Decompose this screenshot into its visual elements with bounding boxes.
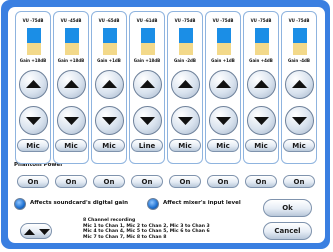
vu-meter: [179, 28, 193, 55]
mapping-line: Mic 7 to Chan 7, Mic 8 to Chan 8: [83, 234, 167, 240]
vu-meter: [293, 28, 307, 55]
channel-mapping: 8 Channel recording Mic 1 to Chan 1, Mic…: [83, 218, 210, 240]
gain-readout: Gain +18dB: [19, 58, 47, 63]
phantom-power-toggle[interactable]: On: [169, 175, 201, 188]
digital-gain-radio[interactable]: [14, 198, 26, 210]
gain-up-button[interactable]: [285, 70, 314, 99]
vu-meter-fill: [255, 28, 269, 43]
digital-gain-label: Affects soundcard's digital gain: [30, 200, 129, 206]
mapping-up-button[interactable]: [22, 224, 37, 238]
gain-down-button[interactable]: [19, 106, 48, 135]
triangle-down-icon: [178, 117, 193, 125]
gain-down-button[interactable]: [209, 106, 238, 135]
triangle-down-icon: [254, 117, 269, 125]
input-type-button[interactable]: Mic: [283, 139, 315, 152]
gain-up-button[interactable]: [247, 70, 276, 99]
gain-up-button[interactable]: [57, 70, 86, 99]
vu-meter-fill: [179, 28, 193, 43]
triangle-up-icon: [140, 80, 155, 88]
gain-down-button[interactable]: [285, 106, 314, 135]
triangle-up-icon: [292, 80, 307, 88]
phantom-power-toggle[interactable]: On: [55, 175, 87, 188]
gain-down-button[interactable]: [133, 106, 162, 135]
triangle-up-icon: [216, 80, 231, 88]
gain-up-button[interactable]: [209, 70, 238, 99]
input-type-button[interactable]: Mic: [93, 139, 125, 152]
gain-up-button[interactable]: [95, 70, 124, 99]
gain-up-button[interactable]: [171, 70, 200, 99]
triangle-down-icon: [64, 117, 79, 125]
phantom-power-toggle[interactable]: On: [131, 175, 163, 188]
vu-readout: VU -75dB: [288, 18, 310, 23]
triangle-down-icon: [102, 117, 117, 125]
vu-meter: [255, 28, 269, 55]
vu-meter-fill: [217, 28, 231, 43]
vu-meter-fill: [65, 28, 79, 43]
input-type-button[interactable]: Mic: [207, 139, 239, 152]
phantom-power-toggle[interactable]: On: [17, 175, 49, 188]
vu-meter: [217, 28, 231, 55]
gain-down-button[interactable]: [171, 106, 200, 135]
triangle-up-icon: [254, 80, 269, 88]
vu-readout: VU -45dB: [60, 18, 82, 23]
gain-down-button[interactable]: [247, 106, 276, 135]
phantom-power-toggle[interactable]: On: [207, 175, 239, 188]
phantom-power-toggle[interactable]: On: [283, 175, 315, 188]
vu-meter: [27, 28, 41, 55]
gain-readout: Gain +18dB: [133, 58, 161, 63]
input-type-button[interactable]: Line: [131, 139, 163, 152]
gain-readout: Gain +4dB: [249, 58, 273, 63]
gain-readout: Gain +18dB: [57, 58, 85, 63]
gain-readout: Gain +1dB: [211, 58, 235, 63]
input-type-button[interactable]: Mic: [55, 139, 87, 152]
vu-meter-fill: [103, 28, 117, 43]
vu-meter: [65, 28, 79, 55]
vu-meter: [103, 28, 117, 55]
triangle-down-icon: [216, 117, 231, 125]
input-type-button[interactable]: Mic: [17, 139, 49, 152]
vu-meter-fill: [141, 28, 155, 43]
vu-readout: VU -75dB: [174, 18, 196, 23]
cancel-button[interactable]: Cancel: [263, 222, 312, 240]
vu-meter-fill: [27, 28, 41, 43]
gain-up-button[interactable]: [133, 70, 162, 99]
mixer-panel: Phantom Power Affects soundcard's digita…: [8, 7, 325, 243]
mapping-down-button[interactable]: [37, 224, 52, 238]
gain-readout: Gain -2dB: [174, 58, 196, 63]
vu-readout: VU -75dB: [250, 18, 272, 23]
gain-up-button[interactable]: [19, 70, 48, 99]
vu-readout: VU -75dB: [212, 18, 234, 23]
gain-readout: Gain -4dB: [288, 58, 310, 63]
mapping-nav[interactable]: [20, 223, 52, 239]
triangle-up-icon: [178, 80, 193, 88]
triangle-down-icon: [26, 117, 41, 125]
ok-button[interactable]: Ok: [263, 199, 312, 217]
gain-down-button[interactable]: [57, 106, 86, 135]
input-level-label: Affect mixer's input level: [163, 200, 241, 206]
triangle-up-icon: [64, 80, 79, 88]
triangle-up-icon: [24, 229, 35, 235]
mixer-window: Phantom Power Affects soundcard's digita…: [1, 0, 330, 249]
vu-readout: VU -65dB: [98, 18, 120, 23]
mapping-line: Mic 4 to Chan 4, Mic 5 to Chan 5, Mic 6 …: [83, 229, 210, 235]
triangle-down-icon: [140, 117, 155, 125]
phantom-power-toggle[interactable]: On: [93, 175, 125, 188]
triangle-down-icon: [292, 117, 307, 125]
input-type-button[interactable]: Mic: [245, 139, 277, 152]
vu-meter-fill: [293, 28, 307, 43]
phantom-power-toggle[interactable]: On: [245, 175, 277, 188]
input-type-button[interactable]: Mic: [169, 139, 201, 152]
triangle-down-icon: [39, 229, 50, 235]
vu-readout: VU -61dB: [136, 18, 158, 23]
triangle-up-icon: [102, 80, 117, 88]
gain-readout: Gain +1dB: [97, 58, 121, 63]
gain-down-button[interactable]: [95, 106, 124, 135]
input-level-radio[interactable]: [147, 198, 159, 210]
vu-meter: [141, 28, 155, 55]
vu-readout: VU -75dB: [22, 18, 44, 23]
triangle-up-icon: [26, 80, 41, 88]
